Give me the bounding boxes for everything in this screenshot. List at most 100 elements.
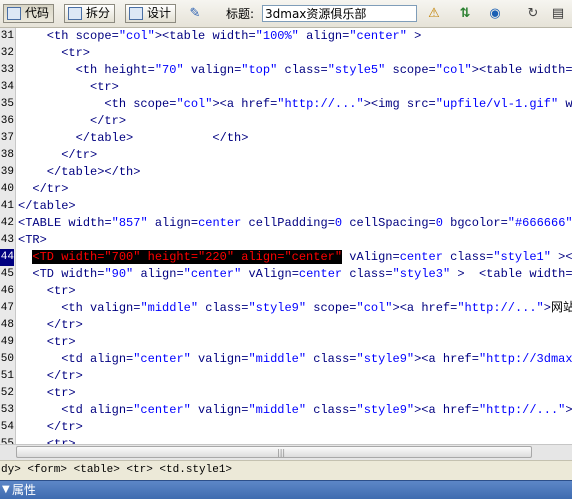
line-number: 45 bbox=[0, 268, 14, 280]
code-text[interactable]: <tr> bbox=[18, 436, 76, 444]
live-edit-icon[interactable]: ✎ bbox=[186, 5, 204, 23]
line-number: 49 bbox=[0, 336, 14, 348]
line-number: 44 bbox=[0, 249, 14, 266]
code-line[interactable]: 52 <tr> bbox=[0, 385, 572, 402]
document-toolbar: 代码 拆分 设计 ✎ 标题: ⚠ ⇅ ◉ ↻ ▤ bbox=[0, 0, 572, 28]
design-view-label: 设计 bbox=[147, 6, 172, 20]
line-number: 52 bbox=[0, 387, 14, 399]
code-line[interactable]: 55 <tr> bbox=[0, 436, 572, 444]
code-line[interactable]: 35 <th scope="col"><a href="http://...">… bbox=[0, 96, 572, 113]
refresh-icon[interactable]: ↻ bbox=[524, 5, 542, 23]
code-line[interactable]: 38 </tr> bbox=[0, 147, 572, 164]
code-text[interactable]: <th scope="col"><a href="http://..."><im… bbox=[18, 96, 572, 113]
code-line[interactable]: 41 </table> bbox=[0, 198, 572, 215]
properties-panel-header[interactable]: ▼ 属性 bbox=[0, 480, 572, 499]
code-text[interactable]: </tr> bbox=[18, 317, 83, 334]
code-text[interactable]: <tr> bbox=[18, 385, 76, 402]
browser-check-icon[interactable]: ⚠ bbox=[422, 5, 446, 23]
horizontal-scrollbar[interactable]: ||| bbox=[0, 444, 572, 460]
code-line[interactable]: 49 <tr> bbox=[0, 334, 572, 351]
code-view-button[interactable]: 代码 bbox=[3, 4, 55, 23]
code-view-icon bbox=[7, 7, 21, 20]
file-management-icon[interactable]: ⇅ bbox=[454, 5, 476, 23]
split-view-icon bbox=[68, 7, 82, 20]
expand-arrow-icon: ▼ bbox=[2, 484, 10, 495]
line-number: 37 bbox=[0, 132, 14, 144]
line-number: 36 bbox=[0, 115, 14, 127]
line-number: 39 bbox=[0, 166, 14, 178]
code-line[interactable]: 37 </table> </th> bbox=[0, 130, 572, 147]
code-line[interactable]: 42 <TABLE width="857" align=center cellPa… bbox=[0, 215, 572, 232]
code-text[interactable]: </tr> bbox=[18, 113, 126, 130]
title-field[interactable] bbox=[262, 5, 417, 22]
line-number: 40 bbox=[0, 183, 14, 195]
code-text[interactable]: </tr> bbox=[18, 419, 83, 436]
code-text[interactable]: </table> bbox=[18, 198, 76, 215]
line-number: 31 bbox=[0, 30, 14, 42]
code-line[interactable]: 40 </tr> bbox=[0, 181, 572, 198]
code-text[interactable]: </tr> bbox=[18, 368, 83, 385]
code-text[interactable]: <th valign="middle" class="style9" scope… bbox=[18, 300, 572, 317]
code-line[interactable]: 48 </tr> bbox=[0, 317, 572, 334]
line-number: 32 bbox=[0, 47, 14, 59]
code-text[interactable]: <TD width="90" align="center" vAlign=cen… bbox=[18, 266, 572, 283]
code-text[interactable]: </tr> bbox=[18, 181, 68, 198]
code-line[interactable]: 43 <TR> bbox=[0, 232, 572, 249]
code-text[interactable]: <tr> bbox=[18, 283, 76, 300]
code-view-label: 代码 bbox=[25, 6, 50, 20]
split-view-button[interactable]: 拆分 bbox=[64, 4, 116, 23]
design-view-button[interactable]: 设计 bbox=[125, 4, 177, 23]
code-line[interactable]: 44 <TD width="700" height="220" align="c… bbox=[0, 249, 572, 266]
properties-label: 属性 bbox=[12, 483, 37, 497]
code-line[interactable]: 32 <tr> bbox=[0, 45, 572, 62]
scrollbar-thumb[interactable]: ||| bbox=[16, 446, 532, 458]
code-line[interactable]: 39 </table></th> bbox=[0, 164, 572, 181]
line-number: 35 bbox=[0, 98, 14, 110]
design-view-icon bbox=[129, 7, 143, 20]
split-view-label: 拆分 bbox=[86, 6, 111, 20]
line-number: 43 bbox=[0, 234, 14, 246]
code-line[interactable]: 50 <td align="center" valign="middle" cl… bbox=[0, 351, 572, 368]
line-number: 54 bbox=[0, 421, 14, 433]
line-number: 38 bbox=[0, 149, 14, 161]
line-number: 33 bbox=[0, 64, 14, 76]
code-text[interactable]: <th scope="col"><table width="100%" alig… bbox=[18, 28, 422, 45]
tag-selector[interactable]: dy> <form> <table> <tr> <td.style1> bbox=[0, 460, 572, 480]
line-number: 47 bbox=[0, 302, 14, 314]
line-number: 34 bbox=[0, 81, 14, 93]
code-line[interactable]: 33 <th height="70" valign="top" class="s… bbox=[0, 62, 572, 79]
title-label: 标题: bbox=[226, 7, 255, 21]
code-line[interactable]: 54 </tr> bbox=[0, 419, 572, 436]
line-number: 42 bbox=[0, 217, 14, 229]
code-text[interactable]: </tr> bbox=[18, 147, 97, 164]
code-line[interactable]: 53 <td align="center" valign="middle" cl… bbox=[0, 402, 572, 419]
code-text[interactable]: <tr> bbox=[18, 334, 76, 351]
line-number: 48 bbox=[0, 319, 14, 331]
preview-globe-icon[interactable]: ◉ bbox=[484, 5, 506, 23]
code-text[interactable]: <tr> bbox=[18, 79, 119, 96]
line-number: 51 bbox=[0, 370, 14, 382]
code-line[interactable]: 31 <th scope="col"><table width="100%" a… bbox=[0, 28, 572, 45]
line-number: 46 bbox=[0, 285, 14, 297]
code-text[interactable]: </table> </th> bbox=[18, 130, 249, 147]
code-text[interactable]: <TD width="700" height="220" align="cent… bbox=[18, 249, 572, 266]
code-line[interactable]: 47 <th valign="middle" class="style9" sc… bbox=[0, 300, 572, 317]
code-text[interactable]: <TABLE width="857" align=center cellPadd… bbox=[18, 215, 572, 232]
code-text[interactable]: <tr> bbox=[18, 45, 90, 62]
code-text[interactable]: <td align="center" valign="middle" class… bbox=[18, 402, 572, 419]
line-number: 53 bbox=[0, 404, 14, 416]
code-line[interactable]: 46 <tr> bbox=[0, 283, 572, 300]
code-text[interactable]: <td align="center" valign="middle" class… bbox=[18, 351, 572, 368]
code-line[interactable]: 45 <TD width="90" align="center" vAlign=… bbox=[0, 266, 572, 283]
line-number: 41 bbox=[0, 200, 14, 212]
code-line[interactable]: 51 </tr> bbox=[0, 368, 572, 385]
code-text[interactable]: </table></th> bbox=[18, 164, 141, 181]
view-options-icon[interactable]: ▤ bbox=[549, 5, 567, 23]
line-number: 50 bbox=[0, 353, 14, 365]
code-line[interactable]: 34 <tr> bbox=[0, 79, 572, 96]
code-line[interactable]: 36 </tr> bbox=[0, 113, 572, 130]
line-number: 55 bbox=[0, 438, 14, 444]
code-text[interactable]: <TR> bbox=[18, 232, 47, 249]
code-editor[interactable]: 31 <th scope="col"><table width="100%" a… bbox=[0, 28, 572, 444]
code-text[interactable]: <th height="70" valign="top" class="styl… bbox=[18, 62, 572, 79]
